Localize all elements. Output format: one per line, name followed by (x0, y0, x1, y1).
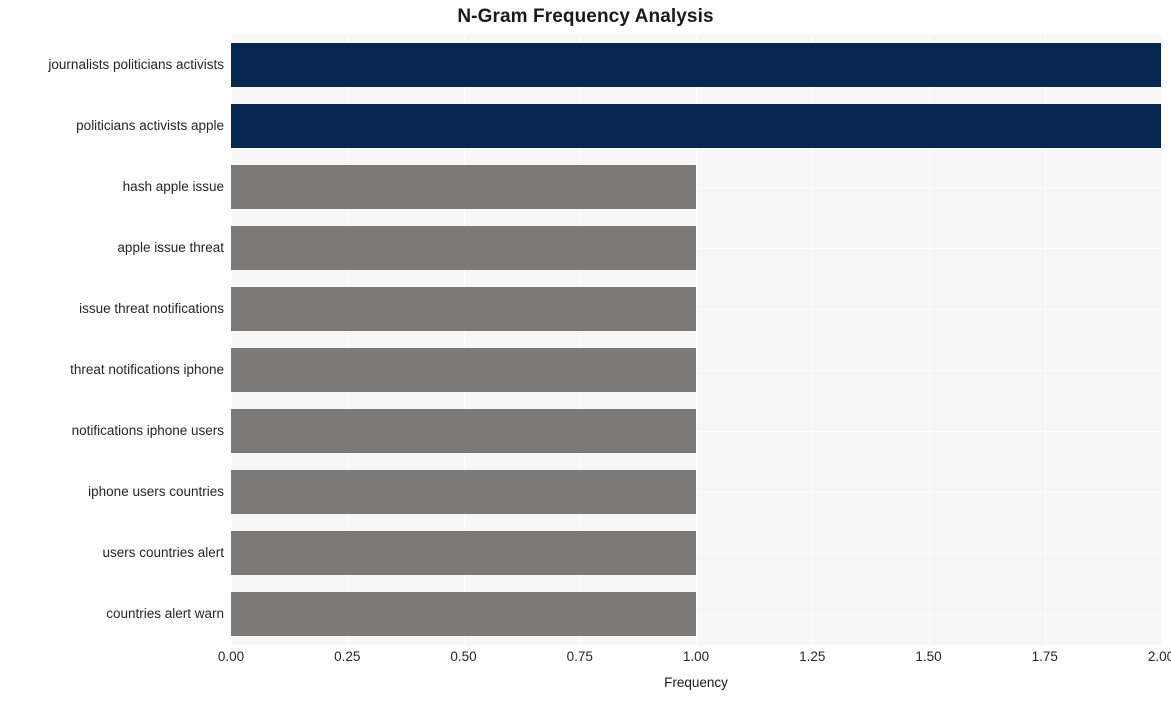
y-axis-tick-label: issue threat notifications (79, 301, 224, 316)
x-axis-tick-label: 0.75 (566, 649, 593, 664)
ngram-frequency-chart: N-Gram Frequency Analysis journalists po… (0, 0, 1171, 701)
y-axis-tick-label: countries alert warn (106, 606, 224, 621)
y-axis-tick-label: apple issue threat (117, 240, 224, 255)
y-axis-tick-label: politicians activists apple (76, 118, 224, 133)
bar (231, 592, 696, 636)
y-axis-tick-label: users countries alert (102, 545, 224, 560)
x-axis-tick-label: 0.50 (450, 649, 477, 664)
x-axis-tick-label: 0.00 (217, 649, 245, 664)
x-axis-tick-labels: 0.00 0.25 0.50 0.75 1.00 1.25 1.50 1.75 2.00 (0, 649, 1171, 669)
plot-area (231, 34, 1161, 645)
x-axis-title: Frequency (664, 675, 728, 690)
bar (231, 470, 696, 514)
bar (231, 226, 696, 270)
x-axis-tick-label: 1.50 (915, 649, 942, 664)
bar (231, 43, 1161, 87)
y-axis-tick-label: notifications iphone users (71, 423, 224, 438)
x-axis-tick-label: 1.75 (1031, 649, 1058, 664)
x-axis-tick-label: 1.25 (799, 649, 826, 664)
x-axis-tick-label: 2.00 (1147, 649, 1171, 664)
y-axis-tick-labels: journalists politicians activists politic… (0, 34, 224, 645)
bar (231, 348, 696, 392)
y-axis-tick-label: threat notifications iphone (70, 362, 224, 377)
bar (231, 104, 1161, 148)
bar (231, 165, 696, 209)
y-axis-tick-label: journalists politicians activists (48, 57, 224, 72)
bar (231, 287, 696, 331)
y-axis-tick-label: iphone users countries (88, 484, 224, 499)
bar (231, 409, 696, 453)
x-axis-tick-label: 1.00 (682, 649, 710, 664)
chart-title: N-Gram Frequency Analysis (457, 6, 714, 27)
bar (231, 531, 696, 575)
y-axis-tick-label: hash apple issue (122, 179, 224, 194)
x-axis-tick-label: 0.25 (334, 649, 361, 664)
